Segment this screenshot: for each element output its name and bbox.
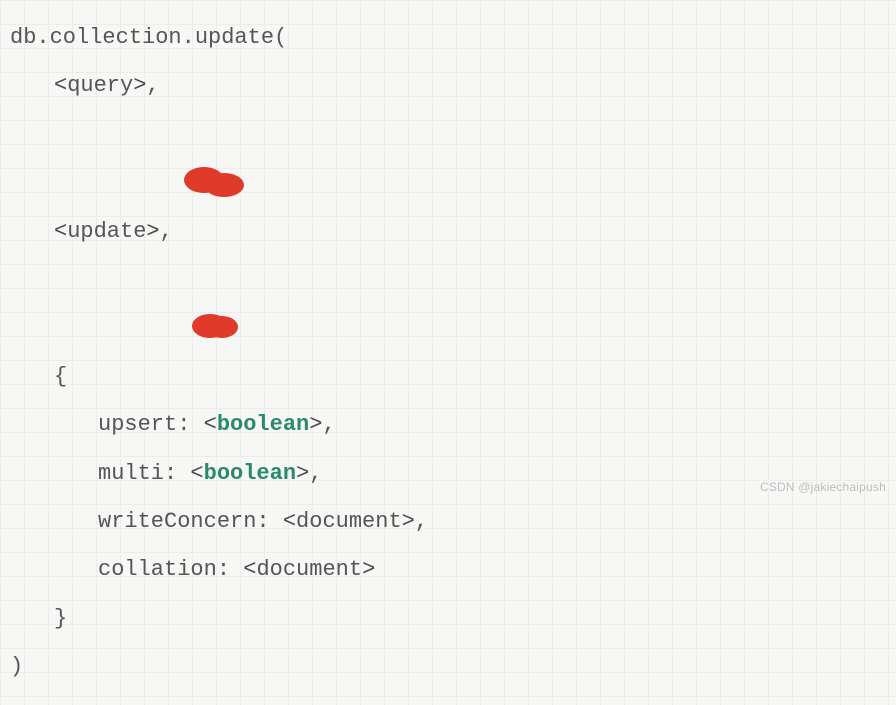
angle-open: < (190, 461, 203, 486)
comma: , (322, 412, 335, 437)
opt-key-writeconcern: writeConcern: (98, 509, 283, 534)
angle-open: < (54, 219, 67, 244)
comma: , (309, 461, 322, 486)
angle-close: > (362, 557, 375, 582)
code-block: db.collection.update( <query>, <update>,… (0, 0, 896, 705)
code-line-10: ) (10, 643, 886, 691)
code-line-1: db.collection.update( (10, 14, 886, 62)
angle-close: > (296, 461, 309, 486)
opt-key-collation: collation: (98, 557, 243, 582)
angle-open: < (283, 509, 296, 534)
code-text: db.collection.update( (10, 25, 287, 50)
angle-open: < (54, 73, 67, 98)
angle-open: < (204, 412, 217, 437)
paren-close: ) (10, 654, 23, 679)
type-boolean: boolean (204, 461, 296, 486)
angle-close: > (402, 509, 415, 534)
brace-close: } (54, 606, 67, 631)
param-update: update (67, 219, 146, 244)
code-line-9: } (10, 595, 886, 643)
angle-close: > (133, 73, 146, 98)
brace-open: { (54, 364, 67, 389)
comma: , (146, 73, 159, 98)
code-line-3: <update>, (10, 208, 886, 353)
code-line-6: multi: <boolean>, (10, 450, 886, 498)
angle-close: > (146, 219, 159, 244)
type-boolean: boolean (217, 412, 309, 437)
opt-key-upsert: upsert: (98, 412, 204, 437)
comma: , (160, 219, 173, 244)
code-line-7: writeConcern: <document>, (10, 498, 886, 546)
type-document: document (256, 557, 362, 582)
opt-key-multi: multi: (98, 461, 190, 486)
comma: , (415, 509, 428, 534)
param-query: query (67, 73, 133, 98)
code-line-8: collation: <document> (10, 546, 886, 594)
code-line-2: <query>, (10, 62, 886, 207)
code-line-5: upsert: <boolean>, (10, 401, 886, 449)
angle-close: > (309, 412, 322, 437)
watermark-text: CSDN @jakiechaipush (760, 480, 886, 494)
angle-open: < (243, 557, 256, 582)
code-line-4: { (10, 353, 886, 401)
type-document: document (296, 509, 402, 534)
